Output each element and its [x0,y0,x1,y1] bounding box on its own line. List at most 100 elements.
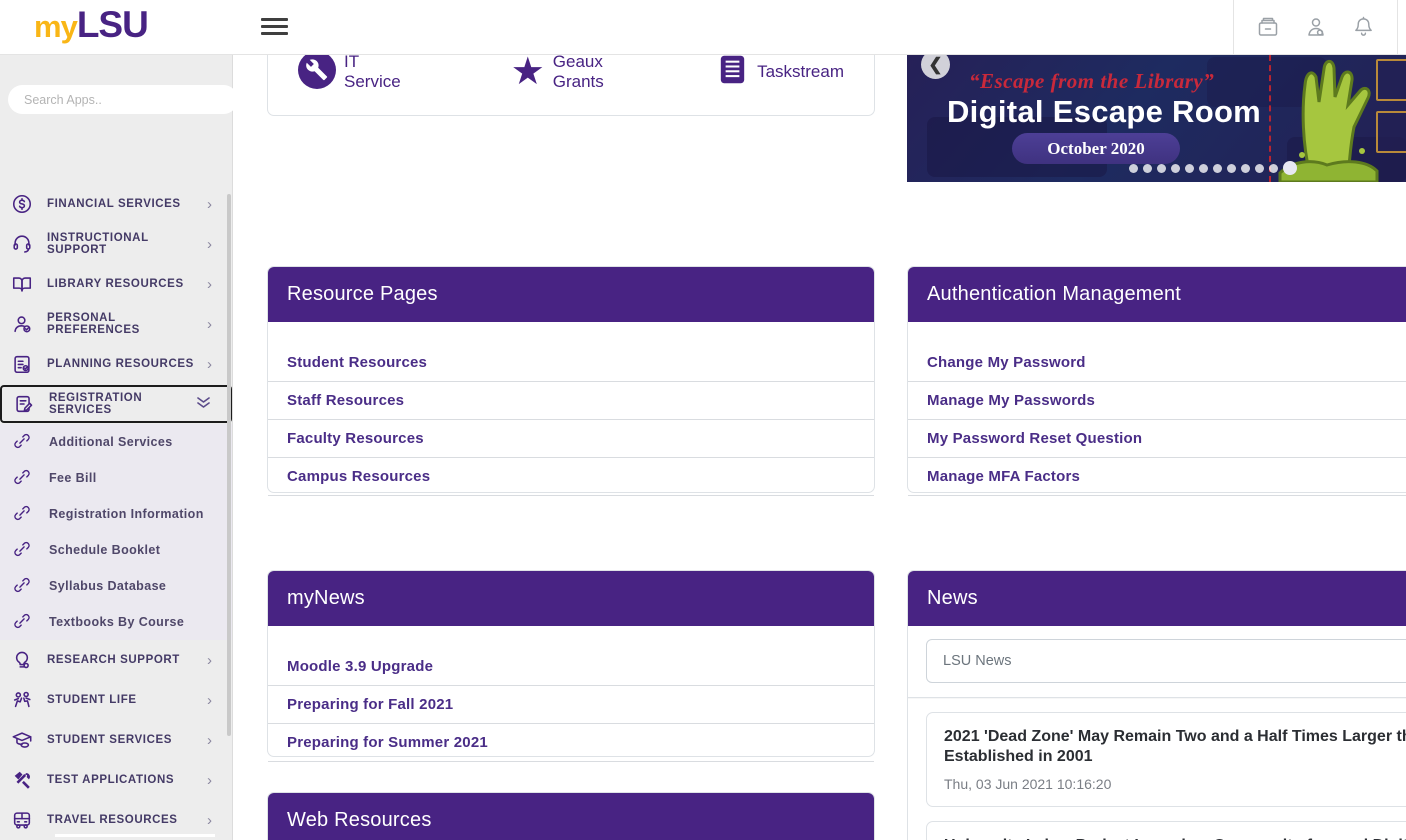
quick-link-geaux-grants[interactable]: ★ Geaux Grants [511,52,611,92]
promo-carousel[interactable]: “Escape from the Library” Digital Escape… [907,47,1406,182]
chevron-right-icon: › [207,652,212,669]
lightbulb-icon [10,648,34,672]
top-header: myLSU [0,0,1406,55]
sidebar-subitem-registration-information[interactable]: Registration Information [0,496,232,532]
carousel-dot[interactable] [1143,164,1152,173]
carousel-dot[interactable] [1199,164,1208,173]
banner-frame-decor [1376,59,1406,101]
link-icon [12,611,34,633]
sidebar-item-registration-services[interactable]: REGISTRATION SERVICES [0,385,232,423]
sidebar-item-student-services[interactable]: STUDENT SERVICES › [0,720,232,760]
banner-date-pill[interactable]: October 2020 [1012,133,1180,164]
chevron-right-icon: › [207,692,212,709]
sidebar-subitem-syllabus-database[interactable]: Syllabus Database [0,568,232,604]
news-card: News LSU News 2021 'Dead Zone' May Remai… [907,570,1406,840]
quick-link-taskstream[interactable]: Taskstream [716,53,844,91]
sidebar-nav: FINANCIAL SERVICES › INSTRUCTIONAL SUPPO… [0,184,232,840]
link-campus-resources[interactable]: Campus Resources [268,458,874,496]
link-faculty-resources[interactable]: Faculty Resources [268,420,874,458]
task-list-icon [716,53,749,91]
card-title: myNews [268,571,874,626]
bell-icon[interactable] [1352,15,1375,39]
link-moodle-upgrade[interactable]: Moodle 3.9 Upgrade [268,648,874,686]
sidebar-item-financial-services[interactable]: FINANCIAL SERVICES › [0,184,232,224]
chevron-right-icon: › [207,356,212,373]
carousel-dot[interactable] [1171,164,1180,173]
sidebar-item-planning-resources[interactable]: PLANNING RESOURCES › [0,344,232,384]
chevron-right-icon: › [207,236,212,253]
link-change-my-password[interactable]: Change My Password [908,344,1406,382]
banner-kicker: “Escape from the Library” [969,69,1214,94]
sidebar-item-test-applications[interactable]: TEST APPLICATIONS › [0,760,232,800]
carousel-dot[interactable] [1213,164,1222,173]
sidebar-divider [55,834,215,837]
quick-link-label: IT Service [344,52,401,92]
chevron-right-icon: › [207,812,212,829]
document-edit-icon [12,392,36,416]
logo-lsu: LSU [77,4,148,45]
link-icon [12,467,34,489]
chevron-right-icon: › [207,196,212,213]
link-staff-resources[interactable]: Staff Resources [268,382,874,420]
news-item-title: University Lakes Project Launches Commun… [944,836,1406,840]
news-source-select[interactable]: LSU News [926,639,1406,683]
sidebar-item-instructional-support[interactable]: INSTRUCTIONAL SUPPORT › [0,224,232,264]
link-preparing-fall-2021[interactable]: Preparing for Fall 2021 [268,686,874,724]
sidebar-item-research-support[interactable]: RESEARCH SUPPORT › [0,640,232,680]
sidebar-item-student-life[interactable]: STUDENT LIFE › [0,680,232,720]
carousel-dot[interactable] [1283,161,1297,175]
sidebar-subitem-schedule-booklet[interactable]: Schedule Booklet [0,532,232,568]
print-tray-icon[interactable] [1256,15,1280,39]
news-item[interactable]: 2021 'Dead Zone' May Remain Two and a Ha… [926,712,1406,807]
quick-link-it-service[interactable]: IT Service [298,51,401,94]
carousel-dot[interactable] [1269,164,1278,173]
user-icon[interactable] [1304,15,1328,39]
news-item[interactable]: University Lakes Project Launches Commun… [926,821,1406,840]
carousel-dot[interactable] [1241,164,1250,173]
grad-cap-icon [10,728,34,752]
people-icon [10,688,34,712]
clipboard-icon [10,352,34,376]
link-password-reset-question[interactable]: My Password Reset Question [908,420,1406,458]
wrench-circle-icon [298,51,336,94]
menu-toggle-button[interactable] [261,14,288,36]
link-icon [12,431,34,453]
logo-my: my [34,9,77,44]
sidebar-item-personal-preferences[interactable]: PERSONAL PREFERENCES › [0,304,232,344]
carousel-dot[interactable] [1157,164,1166,173]
search-input[interactable] [8,85,238,114]
link-preparing-summer-2021[interactable]: Preparing for Summer 2021 [268,724,874,762]
mylsu-logo[interactable]: myLSU [34,4,148,46]
link-manage-mfa-factors[interactable]: Manage MFA Factors [908,458,1406,496]
dollar-circle-icon [10,192,34,216]
sidebar-subitem-additional-services[interactable]: Additional Services [0,424,232,460]
chevron-right-icon: › [207,276,212,293]
sidebar-scrollbar[interactable] [227,194,231,736]
chevron-double-down-icon [197,396,210,413]
chevron-right-icon: › [207,316,212,333]
carousel-dots[interactable] [1129,161,1297,175]
carousel-dot[interactable] [1227,164,1236,173]
link-manage-my-passwords[interactable]: Manage My Passwords [908,382,1406,420]
news-item-date: Thu, 03 Jun 2021 10:16:20 [944,776,1406,792]
tools-icon [10,768,34,792]
news-source-value: LSU News [943,653,1012,669]
quick-link-label: Taskstream [757,62,844,82]
carousel-dot[interactable] [1255,164,1264,173]
link-icon [12,539,34,561]
sidebar-subitem-textbooks-by-course[interactable]: Textbooks By Course [0,604,232,640]
card-title: Resource Pages [268,267,874,322]
card-title: Web Resources [268,793,874,840]
carousel-dot[interactable] [1185,164,1194,173]
resource-pages-card: Resource Pages Student Resources Staff R… [267,266,875,493]
mynews-card: myNews Moodle 3.9 Upgrade Preparing for … [267,570,875,757]
sidebar-subitem-fee-bill[interactable]: Fee Bill [0,460,232,496]
authentication-management-card: Authentication Management Change My Pass… [907,266,1406,493]
person-check-icon [10,312,34,336]
headset-icon [10,232,34,256]
bus-icon [10,808,34,832]
carousel-dot[interactable] [1129,164,1138,173]
registration-services-subgroup: Additional Services Fee Bill Registratio… [0,424,232,640]
link-student-resources[interactable]: Student Resources [268,344,874,382]
sidebar-item-library-resources[interactable]: LIBRARY RESOURCES › [0,264,232,304]
